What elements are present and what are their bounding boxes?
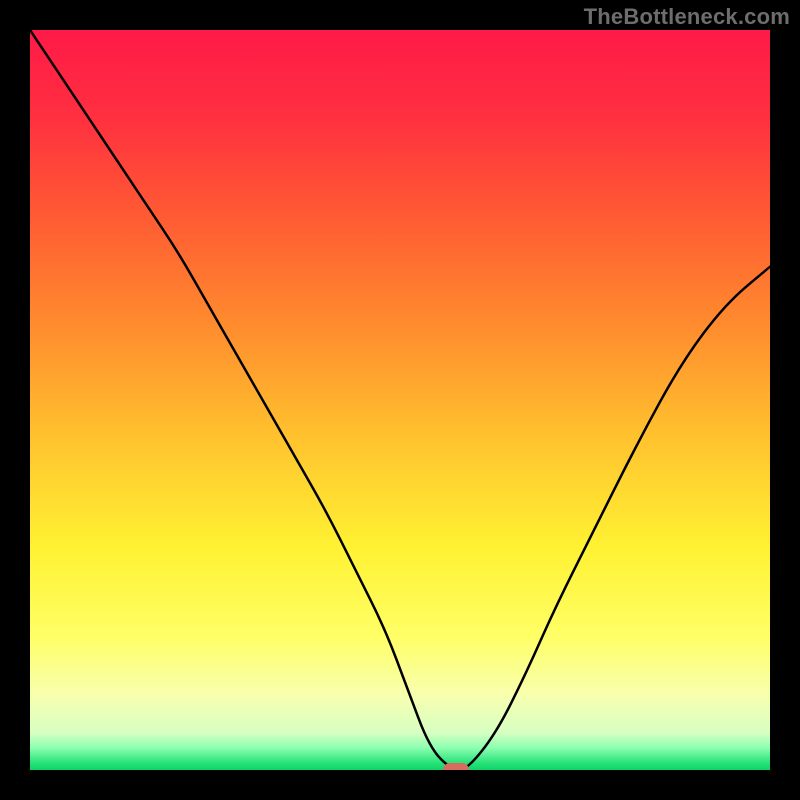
plot-area: [30, 30, 770, 770]
curve-path: [30, 30, 770, 770]
chart-frame: TheBottleneck.com: [0, 0, 800, 800]
bottleneck-curve: [30, 30, 770, 770]
optimal-marker: [443, 763, 469, 770]
watermark-text: TheBottleneck.com: [584, 4, 790, 30]
